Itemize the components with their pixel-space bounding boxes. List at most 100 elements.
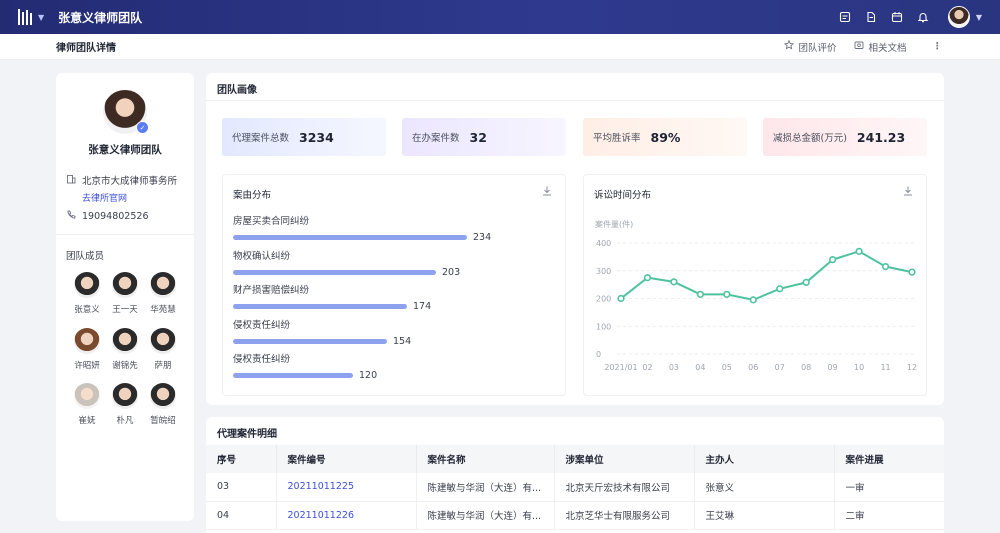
app-title: 张意义律师团队: [58, 10, 143, 25]
member-item[interactable]: 许昭妍: [67, 328, 107, 371]
cell-index: 03: [206, 473, 277, 502]
building-icon: [66, 174, 76, 187]
cell-index: 04: [206, 501, 277, 530]
litigation-line-chart: 案件量(件) 0 100 200 300 400 2021/01 02 03 04 05 06 07 08…: [595, 219, 917, 372]
case-distribution-title: 案由分布: [233, 190, 272, 201]
member-item[interactable]: 谢锦先: [105, 328, 145, 371]
member-item[interactable]: 张意义: [67, 272, 107, 315]
folder-icon: [854, 40, 864, 53]
bar-value-label: 154: [393, 335, 412, 347]
data-point: [855, 247, 863, 255]
member-name: 许昭妍: [74, 361, 100, 371]
x-tick-label: 09: [828, 363, 838, 372]
team-profile-card: ✓ 张意义律师团队 北京市大成律师事务所 去律所官网 19094802526 团…: [56, 73, 194, 521]
more-options-icon[interactable]: ⋮: [933, 41, 943, 52]
user-menu-chevron-icon[interactable]: ▼: [976, 13, 982, 22]
table-header-row: 序号 案件编号 案件名称 涉案单位 主办人 案件进展: [206, 445, 944, 473]
x-tick-label: 07: [775, 363, 785, 372]
bell-icon[interactable]: [916, 10, 930, 24]
team-name: 张意义律师团队: [88, 144, 162, 156]
member-item[interactable]: 崔妩: [67, 383, 107, 426]
phone-number: 19094802526: [82, 211, 149, 222]
stat-label: 在办案件数: [412, 133, 460, 144]
user-avatar[interactable]: [947, 6, 970, 28]
table-row[interactable]: 03 20211011225 陈建敏与华润（大连）有... 北京天斤宏技术有限公…: [206, 473, 944, 502]
member-item[interactable]: 萨朋: [143, 328, 183, 371]
cell-progress: 二审: [834, 501, 944, 530]
data-point: [908, 268, 916, 276]
case-detail-title: 代理案件明细: [217, 429, 277, 440]
stat-label: 代理案件总数: [232, 133, 290, 144]
case-table: 序号 案件编号 案件名称 涉案单位 主办人 案件进展 03 2021101122…: [206, 445, 944, 530]
data-point: [749, 296, 757, 304]
bar: [233, 269, 436, 275]
member-item[interactable]: 华苑慧: [143, 272, 183, 315]
stat-active-cases: 在办案件数 32: [402, 118, 566, 156]
cell-lead: 张意义: [694, 473, 835, 502]
calendar-icon[interactable]: [890, 10, 904, 24]
app-logo-icon[interactable]: [18, 9, 34, 25]
data-point: [776, 285, 784, 293]
member-item[interactable]: 暂皖绍: [143, 383, 183, 426]
office-row: 北京市大成律师事务所: [66, 173, 177, 187]
phone-row: 19094802526: [66, 210, 149, 223]
download-icon[interactable]: [541, 185, 553, 197]
data-point: [696, 290, 704, 298]
bar-item: 财产损害赔偿纠纷 174: [233, 282, 431, 312]
data-point: [802, 278, 810, 287]
member-name: 崔妩: [78, 416, 96, 426]
x-tick-label: 08: [801, 363, 811, 372]
member-avatar: [74, 328, 100, 354]
member-item[interactable]: 王一天: [105, 272, 145, 315]
office-website-link[interactable]: 去律所官网: [82, 191, 127, 204]
portrait-title-divider: [206, 100, 944, 101]
document-icon[interactable]: [864, 10, 878, 24]
related-docs-button[interactable]: 相关文档: [854, 40, 907, 54]
related-docs-label: 相关文档: [868, 42, 907, 54]
bar-value-label: 174: [413, 301, 432, 312]
sub-header: 律师团队详情 团队评价 相关文档 ⋮: [0, 34, 1000, 60]
column-header: 涉案单位: [554, 445, 695, 473]
bar-item: 物权确认纠纷 203: [233, 248, 460, 278]
y-axis-label: 案件量(件): [595, 219, 633, 229]
case-number-link[interactable]: 20211011225: [276, 473, 417, 502]
column-header: 序号: [206, 445, 277, 473]
x-tick-label: 02: [642, 363, 652, 372]
calendar-list-icon[interactable]: [838, 10, 852, 24]
cell-case-name: 陈建敏与华润（大连）有...: [416, 473, 555, 502]
bar-value-label: 120: [359, 370, 378, 381]
team-rating-button[interactable]: 团队评价: [784, 39, 836, 54]
bar-item: 房屋买卖合同纠纷 234: [233, 213, 491, 243]
verified-badge-icon: ✓: [136, 121, 149, 134]
x-tick-label: 04: [695, 363, 705, 372]
cell-case-name: 陈建敏与华润（大连）有...: [416, 501, 555, 530]
case-number-link[interactable]: 20211011226: [276, 501, 417, 530]
member-avatar: [112, 328, 138, 354]
column-header: 案件进展: [834, 445, 944, 473]
portrait-title: 团队画像: [217, 85, 257, 96]
stat-value: 32: [469, 129, 487, 145]
cell-party: 北京天斤宏技术有限公司: [554, 473, 695, 502]
stat-value: 89%: [650, 129, 681, 145]
cell-progress: 一审: [834, 473, 944, 502]
case-detail-panel: 代理案件明细 序号 案件编号 案件名称 涉案单位 主办人 案件进展 03 202…: [206, 417, 944, 533]
x-tick-label: 06: [748, 363, 758, 372]
member-item[interactable]: 朴凡: [105, 383, 145, 426]
member-name: 暂皖绍: [150, 416, 176, 426]
column-header: 案件名称: [416, 445, 555, 473]
member-avatar: [112, 272, 138, 298]
x-tick-label: 03: [669, 363, 679, 372]
bar-category-label: 侵权责任纠纷: [233, 319, 291, 331]
data-point: [643, 274, 652, 282]
cell-lead: 王艾琳: [694, 501, 835, 530]
bar-item: 侵权责任纠纷 154: [233, 317, 411, 347]
data-point: [881, 262, 890, 271]
bar-category-label: 财产损害赔偿纠纷: [233, 285, 310, 296]
members-title: 团队成员: [66, 251, 105, 262]
bar-item: 侵权责任纠纷 120: [233, 351, 377, 381]
app-switch-chevron-icon[interactable]: ▼: [38, 13, 44, 22]
table-row[interactable]: 04 20211011226 陈建敏与华润（大连）有... 北京芝华士有限服务公…: [206, 501, 944, 530]
series-line: [620, 250, 913, 301]
cell-party: 北京芝华士有限服务公司: [554, 501, 695, 530]
x-tick-label: 10: [854, 363, 864, 372]
